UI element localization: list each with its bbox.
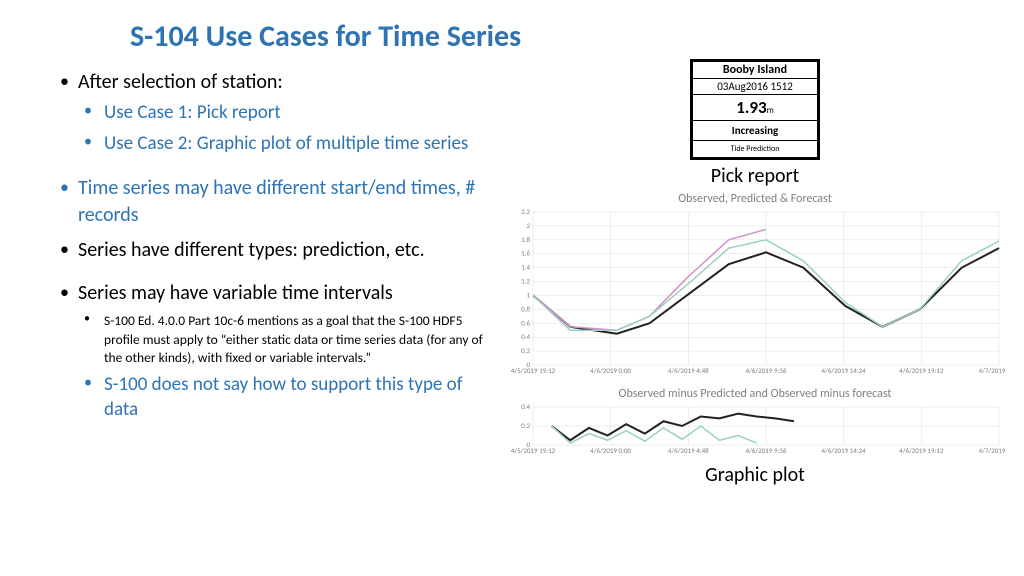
svg-text:4/6/2019 19:12: 4/6/2019 19:12 (899, 366, 944, 375)
pick-report-caption: Pick report (500, 164, 1010, 188)
chart-svg: 00.20.40.60.811.21.41.61.822.24/5/2019 1… (505, 208, 1005, 383)
bullet-l1: Series may have variable time intervals … (50, 276, 500, 429)
svg-text:0.4: 0.4 (521, 332, 530, 341)
bullet-l2-small: S-100 Ed. 4.0.0 Part 10c-6 mentions as a… (78, 309, 500, 370)
svg-text:2: 2 (526, 221, 530, 230)
svg-text:4/6/2019 9:36: 4/6/2019 9:36 (746, 446, 787, 455)
pick-value: 1.93m (693, 95, 817, 121)
bullet-l1: Series have different types: prediction,… (50, 233, 500, 268)
bullet-l2: Use Case 1: Pick report (78, 98, 500, 129)
svg-text:0.2: 0.2 (521, 421, 530, 430)
svg-text:4/7/2019 0:00: 4/7/2019 0:00 (979, 446, 1005, 455)
svg-text:1.6: 1.6 (521, 249, 530, 258)
svg-text:4/6/2019 19:12: 4/6/2019 19:12 (899, 446, 944, 455)
svg-text:4/5/2019 19:12: 4/5/2019 19:12 (511, 446, 556, 455)
pick-report-box: Booby Island 03Aug2016 1512 1.93m Increa… (690, 59, 820, 160)
chart-1: Observed, Predicted & Forecast 00.20.40.… (505, 190, 1005, 383)
pick-trend: Increasing (693, 121, 817, 141)
pick-datetime: 03Aug2016 1512 (693, 79, 817, 95)
svg-text:1.4: 1.4 (521, 263, 530, 272)
chart-2: Observed minus Predicted and Observed mi… (505, 385, 1005, 463)
pick-value-num: 1.93 (736, 97, 766, 118)
svg-text:1.2: 1.2 (521, 277, 530, 286)
bullet-l2: S-100 does not say how to support this t… (78, 370, 500, 425)
svg-text:4/6/2019 0:00: 4/6/2019 0:00 (590, 366, 631, 375)
chart-title: Observed minus Predicted and Observed mi… (505, 385, 1005, 403)
svg-text:4/6/2019 4:48: 4/6/2019 4:48 (668, 366, 709, 375)
bullet-l2: Use Case 2: Graphic plot of multiple tim… (78, 129, 500, 160)
svg-text:2.2: 2.2 (521, 208, 530, 216)
page-title: S-104 Use Cases for Time Series (0, 0, 1024, 55)
bullet-text: After selection of station: (78, 70, 283, 94)
svg-text:4/6/2019 0:00: 4/6/2019 0:00 (590, 446, 631, 455)
svg-text:0.4: 0.4 (521, 403, 530, 411)
svg-text:4/6/2019 9:36: 4/6/2019 9:36 (746, 366, 787, 375)
svg-text:4/6/2019 4:48: 4/6/2019 4:48 (668, 446, 709, 455)
svg-text:4/7/2019 0:00: 4/7/2019 0:00 (979, 366, 1005, 375)
pick-type: Tide Prediction (693, 141, 817, 157)
bullet-l1: After selection of station: Use Case 1: … (50, 65, 500, 163)
bullet-text: Series may have variable time intervals (78, 281, 393, 305)
chart-svg: 00.20.44/5/2019 19:124/6/2019 0:004/6/20… (505, 403, 1005, 463)
graphic-plot-caption: Graphic plot (500, 463, 1010, 487)
svg-text:1.8: 1.8 (521, 235, 530, 244)
svg-text:0.8: 0.8 (521, 304, 530, 313)
svg-text:0.2: 0.2 (521, 346, 530, 355)
svg-text:4/5/2019 19:12: 4/5/2019 19:12 (511, 366, 556, 375)
svg-text:0.6: 0.6 (521, 318, 530, 327)
pick-value-unit: m (767, 105, 774, 116)
svg-text:4/6/2019 14:24: 4/6/2019 14:24 (821, 366, 866, 375)
svg-text:1: 1 (526, 290, 530, 299)
pick-station: Booby Island (693, 62, 817, 79)
chart-title: Observed, Predicted & Forecast (505, 190, 1005, 208)
bullet-l1: Time series may have different start/end… (50, 171, 500, 233)
svg-text:4/6/2019 14:24: 4/6/2019 14:24 (821, 446, 866, 455)
bullet-column: After selection of station: Use Case 1: … (0, 55, 500, 487)
